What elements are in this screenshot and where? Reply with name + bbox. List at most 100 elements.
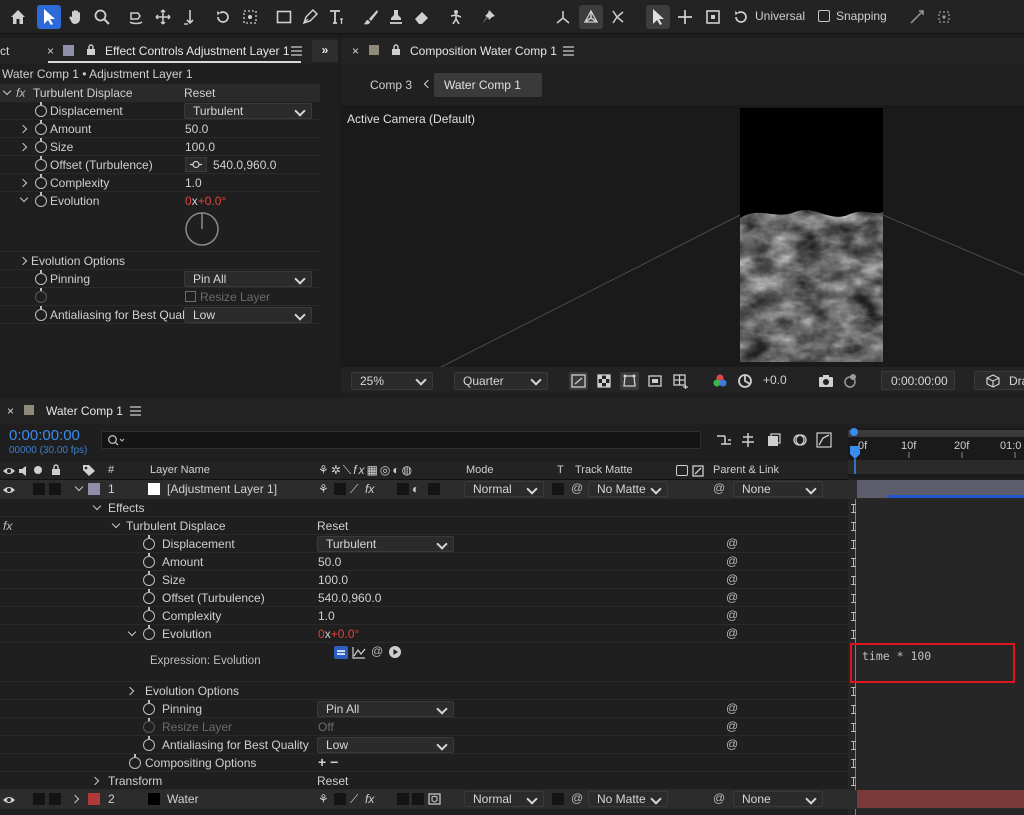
- region-of-interest-icon[interactable]: [646, 372, 664, 393]
- twirl-right-icon[interactable]: [90, 776, 100, 786]
- layer-twirl-icon[interactable]: [74, 482, 84, 492]
- twirl-right-icon[interactable]: [18, 142, 28, 152]
- type-tool-icon[interactable]: [324, 5, 348, 29]
- layer-name[interactable]: [Adjustment Layer 1]: [167, 482, 277, 496]
- twirl-right-icon[interactable]: [18, 124, 28, 134]
- ec-evolution-options-row[interactable]: Evolution Options: [0, 252, 320, 270]
- keyframe-marker[interactable]: [851, 723, 856, 732]
- timeline-tab-title[interactable]: Water Comp 1: [46, 404, 123, 418]
- tl-complexity-value[interactable]: 1.0: [318, 609, 335, 623]
- keyframe-marker[interactable]: [851, 612, 856, 621]
- pickwhip-icon[interactable]: @: [726, 737, 738, 751]
- tl-transform-row[interactable]: Transform Reset: [0, 772, 848, 790]
- collapse-switch[interactable]: [334, 793, 346, 805]
- parent-dropdown[interactable]: None: [733, 481, 823, 497]
- solo-switch[interactable]: [33, 793, 45, 805]
- keyframe-marker[interactable]: [851, 540, 856, 549]
- effect-twirl-icon[interactable]: [2, 86, 12, 96]
- home-icon[interactable]: [6, 5, 30, 29]
- preserve-transparency-switch[interactable]: [552, 793, 564, 805]
- show-snapshot-icon[interactable]: [841, 372, 859, 393]
- clone-stamp-tool-icon[interactable]: [384, 5, 408, 29]
- tl-displacement-dropdown[interactable]: Turbulent: [317, 536, 454, 552]
- layer-visibility-eye-icon[interactable]: [3, 484, 15, 499]
- pickwhip-icon[interactable]: @: [726, 701, 738, 715]
- lock-icon[interactable]: [86, 44, 96, 59]
- expression-pickwhip-icon[interactable]: @: [371, 644, 383, 658]
- ec-size-value[interactable]: 100.0: [185, 140, 215, 154]
- col-parent-link[interactable]: Parent & Link: [713, 464, 779, 476]
- compositing-add-remove-buttons[interactable]: + −: [318, 754, 338, 770]
- stopwatch-icon[interactable]: [35, 138, 47, 153]
- universal-rotate-icon[interactable]: [729, 5, 753, 29]
- matte-pickwhip-icon[interactable]: @: [571, 481, 583, 495]
- puppet-pin-tool-icon[interactable]: [476, 5, 500, 29]
- universal-label[interactable]: Universal: [755, 9, 805, 23]
- eraser-tool-icon[interactable]: [410, 5, 434, 29]
- pickwhip-icon[interactable]: @: [726, 626, 738, 640]
- hand-tool-icon[interactable]: [64, 5, 88, 29]
- close-tab-icon[interactable]: ×: [47, 44, 54, 58]
- ec-complexity-value[interactable]: 1.0: [185, 176, 202, 190]
- lock-switch[interactable]: [49, 793, 61, 805]
- expression-language-menu-icon[interactable]: [389, 646, 401, 658]
- dolly-camera-icon[interactable]: [178, 5, 202, 29]
- stopwatch-icon[interactable]: [143, 625, 155, 640]
- keyframe-marker[interactable]: [851, 687, 856, 696]
- tl-evolution-value[interactable]: 0x+0.0°: [318, 627, 359, 641]
- effects-group-row[interactable]: Effects: [0, 499, 848, 517]
- world-axis-mode-icon[interactable]: [579, 5, 603, 29]
- time-ruler[interactable]: 0f 10f 20f 01:0: [848, 428, 1024, 478]
- ec-pinning-dropdown[interactable]: Pin All: [184, 271, 312, 287]
- keyframe-marker[interactable]: [851, 504, 856, 513]
- stopwatch-icon[interactable]: [143, 571, 155, 586]
- panel-menu-icon[interactable]: [130, 405, 141, 419]
- pickwhip-icon[interactable]: @: [726, 719, 738, 733]
- zoom-tool-icon[interactable]: [90, 5, 114, 29]
- twirl-right-icon[interactable]: [125, 686, 135, 696]
- stopwatch-icon[interactable]: [143, 589, 155, 604]
- parent-pickwhip-icon[interactable]: @: [713, 481, 725, 495]
- selection-tool-icon[interactable]: [37, 5, 61, 29]
- tl-transform-reset[interactable]: Reset: [317, 774, 348, 788]
- universal-select-tool-icon[interactable]: [646, 5, 670, 29]
- preserve-transparency-switch[interactable]: [552, 483, 564, 495]
- layer-mode-dropdown[interactable]: Normal: [464, 791, 544, 807]
- roto-brush-tool-icon[interactable]: [444, 5, 468, 29]
- frame-blend-switch[interactable]: [397, 793, 409, 805]
- panel-overflow-button[interactable]: »: [312, 40, 338, 62]
- current-time-display[interactable]: 0:00:00:00: [9, 427, 80, 444]
- label-tag-icon[interactable]: [82, 464, 96, 480]
- stopwatch-icon[interactable]: [35, 102, 47, 117]
- composition-tab-title[interactable]: Composition Water Comp 1: [410, 44, 557, 58]
- parent-dropdown[interactable]: None: [733, 791, 823, 807]
- tl-size-value[interactable]: 100.0: [318, 573, 348, 587]
- tl-offset-value[interactable]: 540.0,960.0: [318, 591, 381, 605]
- solo-switch[interactable]: [33, 483, 45, 495]
- work-area-start-handle[interactable]: [850, 428, 858, 436]
- twirl-down-icon[interactable]: [111, 519, 121, 529]
- panel-menu-icon[interactable]: [291, 45, 302, 59]
- work-area-bar[interactable]: [848, 430, 1024, 437]
- solo-column-icon[interactable]: [34, 466, 42, 474]
- mask-visibility-icon[interactable]: [620, 372, 639, 390]
- pickwhip-icon[interactable]: @: [726, 554, 738, 568]
- stopwatch-icon[interactable]: [35, 174, 47, 189]
- graph-editor-icon[interactable]: [816, 432, 832, 451]
- keyframe-marker[interactable]: [851, 777, 856, 786]
- lock-icon[interactable]: [391, 44, 401, 59]
- quality-switch-icon[interactable]: ⟋: [350, 792, 358, 807]
- frame-blending-icon[interactable]: [766, 432, 782, 451]
- ec-amount-value[interactable]: 50.0: [185, 122, 208, 136]
- view-axis-mode-icon[interactable]: [606, 5, 630, 29]
- ec-antialiasing-dropdown[interactable]: Low: [184, 307, 312, 323]
- fx-icon[interactable]: fx: [16, 86, 25, 100]
- shy-switch-icon[interactable]: ⚘: [318, 482, 329, 496]
- twirl-right-icon[interactable]: [18, 178, 28, 188]
- stopwatch-icon[interactable]: [35, 270, 47, 285]
- pickwhip-icon[interactable]: @: [726, 536, 738, 550]
- tl-evolution-options-row[interactable]: Evolution Options: [0, 682, 848, 700]
- stopwatch-icon[interactable]: [35, 156, 47, 171]
- anchor-point-tool-icon[interactable]: [238, 5, 262, 29]
- snapshot-camera-icon[interactable]: [817, 372, 835, 393]
